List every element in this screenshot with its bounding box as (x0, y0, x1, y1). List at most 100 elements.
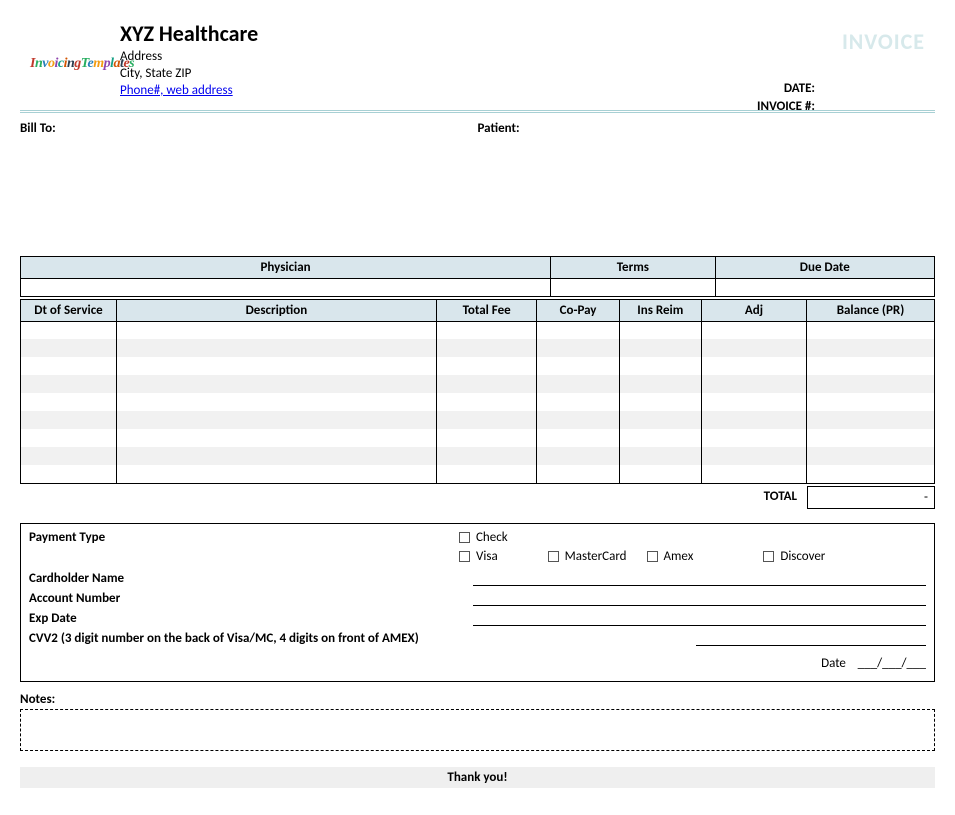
cell-desc[interactable] (116, 375, 436, 393)
cell-fee[interactable] (436, 375, 537, 393)
cell-ins[interactable] (619, 321, 701, 339)
cell-fee[interactable] (436, 429, 537, 447)
cell-dt[interactable] (21, 429, 117, 447)
cell-dt[interactable] (21, 447, 117, 465)
cell-dt[interactable] (21, 393, 117, 411)
table-row (21, 447, 935, 465)
checkbox-icon (647, 551, 658, 562)
cell-copay[interactable] (537, 357, 619, 375)
checkbox-icon (548, 551, 559, 562)
cell-desc[interactable] (116, 465, 436, 483)
cell-adj[interactable] (701, 447, 806, 465)
th-copay: Co-Pay (537, 299, 619, 321)
cell-bal[interactable] (807, 393, 935, 411)
company-name: XYZ Healthcare (120, 20, 935, 47)
cvv-input[interactable] (696, 630, 926, 646)
exp-date-label: Exp Date (29, 611, 469, 626)
cell-desc[interactable] (116, 447, 436, 465)
cell-fee[interactable] (436, 447, 537, 465)
cell-copay[interactable] (537, 321, 619, 339)
cell-dt[interactable] (21, 375, 117, 393)
cell-bal[interactable] (807, 429, 935, 447)
cell-desc[interactable] (116, 339, 436, 357)
cell-bal[interactable] (807, 357, 935, 375)
cell-due-date[interactable] (715, 278, 934, 296)
table-row (21, 429, 935, 447)
cell-dt[interactable] (21, 357, 117, 375)
cell-bal[interactable] (807, 339, 935, 357)
cell-ins[interactable] (619, 429, 701, 447)
cell-adj[interactable] (701, 429, 806, 447)
cell-adj[interactable] (701, 375, 806, 393)
date-label: DATE: (757, 80, 815, 98)
cell-dt[interactable] (21, 465, 117, 483)
invoice-title: INVOICE (842, 28, 925, 55)
cell-desc[interactable] (116, 411, 436, 429)
invoice-number-label: INVOICE #: (757, 98, 815, 116)
cell-adj[interactable] (701, 339, 806, 357)
table-row (21, 375, 935, 393)
cell-ins[interactable] (619, 411, 701, 429)
company-contact-link[interactable]: Phone#, web address (120, 83, 233, 98)
cell-adj[interactable] (701, 321, 806, 339)
cell-adj[interactable] (701, 465, 806, 483)
cell-adj[interactable] (701, 357, 806, 375)
cell-fee[interactable] (436, 339, 537, 357)
cell-copay[interactable] (537, 429, 619, 447)
cell-copay[interactable] (537, 447, 619, 465)
cell-dt[interactable] (21, 411, 117, 429)
line-items-table: Dt of Service Description Total Fee Co-P… (20, 299, 935, 484)
th-dt: Dt of Service (21, 299, 117, 321)
th-terms: Terms (551, 256, 716, 278)
cell-ins[interactable] (619, 357, 701, 375)
cell-desc[interactable] (116, 393, 436, 411)
checkbox-amex[interactable]: Amex (647, 549, 694, 564)
th-adj: Adj (701, 299, 806, 321)
cell-ins[interactable] (619, 465, 701, 483)
checkbox-mastercard[interactable]: MasterCard (548, 549, 627, 564)
cell-bal[interactable] (807, 465, 935, 483)
checkbox-visa[interactable]: Visa (459, 549, 498, 564)
payment-type-label: Payment Type (29, 530, 169, 545)
cell-fee[interactable] (436, 465, 537, 483)
cell-dt[interactable] (21, 321, 117, 339)
parties-row: Bill To: Patient: (20, 121, 935, 136)
checkbox-icon (459, 532, 470, 543)
cell-bal[interactable] (807, 411, 935, 429)
table-row (21, 357, 935, 375)
cell-bal[interactable] (807, 375, 935, 393)
cell-copay[interactable] (537, 339, 619, 357)
cell-copay[interactable] (537, 411, 619, 429)
table-row (21, 339, 935, 357)
cell-desc[interactable] (116, 357, 436, 375)
cell-desc[interactable] (116, 429, 436, 447)
cell-fee[interactable] (436, 321, 537, 339)
cell-bal[interactable] (807, 321, 935, 339)
cell-copay[interactable] (537, 465, 619, 483)
cell-adj[interactable] (701, 411, 806, 429)
cell-fee[interactable] (436, 357, 537, 375)
cell-physician[interactable] (21, 278, 551, 296)
cell-fee[interactable] (436, 411, 537, 429)
cell-ins[interactable] (619, 393, 701, 411)
checkbox-discover[interactable]: Discover (763, 549, 825, 564)
signature-date-value[interactable]: ___/___/___ (858, 656, 926, 671)
cell-ins[interactable] (619, 447, 701, 465)
cell-adj[interactable] (701, 393, 806, 411)
cell-dt[interactable] (21, 339, 117, 357)
cell-ins[interactable] (619, 339, 701, 357)
cell-ins[interactable] (619, 375, 701, 393)
cvv-label: CVV2 (3 digit number on the back of Visa… (29, 631, 669, 646)
notes-input[interactable] (20, 709, 935, 751)
exp-date-input[interactable] (473, 610, 926, 626)
checkbox-check[interactable]: Check (459, 530, 508, 545)
cell-desc[interactable] (116, 321, 436, 339)
cell-bal[interactable] (807, 447, 935, 465)
account-number-input[interactable] (473, 590, 926, 606)
cell-terms[interactable] (551, 278, 716, 296)
cell-fee[interactable] (436, 393, 537, 411)
cell-copay[interactable] (537, 393, 619, 411)
cell-copay[interactable] (537, 375, 619, 393)
cardholder-input[interactable] (473, 570, 926, 586)
th-due-date: Due Date (715, 256, 934, 278)
